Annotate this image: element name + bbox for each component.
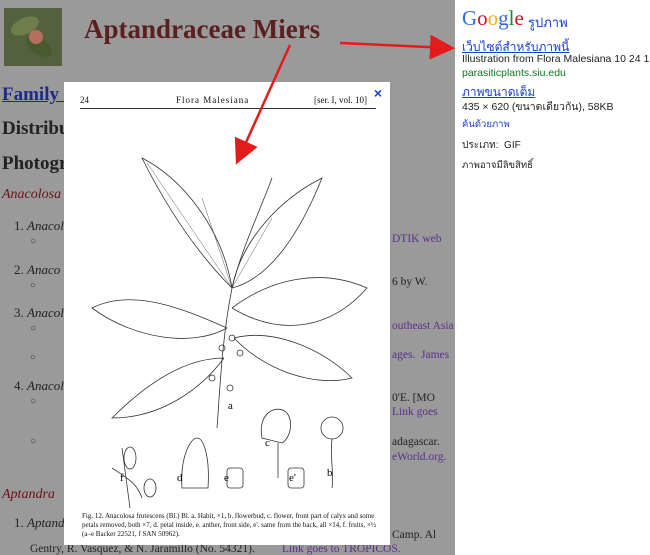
- link-goes[interactable]: Link goes: [392, 406, 438, 418]
- plate-page-number: 24: [80, 95, 89, 105]
- search-by-image-link[interactable]: ค้นด้วยภาพ: [462, 117, 510, 132]
- figure-caption: Fig. 12. Anacolosa frutescens (Bl.) Bl. …: [82, 512, 377, 538]
- genus-heading-aptandra: Aptandra: [2, 487, 55, 502]
- image-size-info: 435 × 620 (ขนาดเดียวกัน), 58KB: [462, 101, 614, 113]
- genus-heading-anacolosa: Anacolosa: [2, 187, 62, 202]
- list-item: 2. Anaco: [14, 262, 61, 277]
- plant-thumbnail[interactable]: [4, 8, 62, 66]
- close-icon[interactable]: ×: [374, 85, 382, 101]
- page-title: Aptandraceae Miers: [84, 14, 321, 44]
- list-item: 1. Aptand: [14, 515, 65, 530]
- text-fragment: Camp. Al: [392, 529, 437, 541]
- bullet-icon: ○: [30, 323, 37, 334]
- figure-label-d: d: [177, 472, 183, 484]
- plate-series: [ser. I, vol. 10]: [314, 95, 367, 105]
- eworld-link[interactable]: eWorld.org.: [392, 451, 446, 463]
- bullet-icon: ○: [30, 436, 37, 447]
- images-label: รูปภาพ: [528, 15, 568, 30]
- web-link[interactable]: DTIK web: [392, 233, 442, 245]
- copyright-notice: ภาพอาจมีลิขสิทธิ์: [462, 160, 533, 171]
- image-type: ประเภท: GIF: [462, 140, 521, 151]
- list-item: 3. Anacol: [14, 305, 64, 320]
- bullet-icon: ○: [30, 236, 37, 247]
- photographs-heading: Photogr: [2, 153, 68, 174]
- figure-label-c: c: [265, 437, 270, 449]
- plate-rule: [80, 108, 376, 109]
- text-fragment: 0'E. [MO: [392, 392, 435, 404]
- image-description: Illustration from Flora Malesiana 10 24 …: [462, 53, 650, 65]
- google-image-panel: Google รูปภาพ เว็บไซต์สำหรับภาพนี้ Illus…: [455, 0, 650, 555]
- image-preview-overlay: × 24 Flora Malesiana [ser. I, vol. 10] a…: [64, 82, 390, 545]
- james-link[interactable]: James: [421, 349, 449, 361]
- text-fragment: adagascar.: [392, 436, 440, 448]
- southeast-asia-link[interactable]: outheast Asia: [392, 320, 454, 332]
- images-link[interactable]: ages.: [392, 349, 415, 361]
- bullet-icon: ○: [30, 396, 37, 407]
- plate-running-head: Flora Malesiana: [176, 95, 250, 105]
- figure-label-b: b: [327, 467, 333, 479]
- figure-label-e-prime: e': [289, 472, 296, 484]
- bullet-icon: ○: [30, 280, 37, 291]
- distribution-heading: Distribu: [2, 118, 70, 139]
- list-item: 4. Anacol: [14, 378, 64, 393]
- figure-label-f: f: [120, 472, 124, 484]
- source-url: parasiticplants.siu.edu: [462, 67, 566, 79]
- figure-label-a: a: [228, 400, 233, 412]
- botanical-illustration: [91, 157, 368, 508]
- figure-label-e: e: [224, 472, 229, 484]
- text-fragment: 6 by W.: [392, 276, 428, 288]
- list-item: 1. Anacol: [14, 218, 64, 233]
- bullet-icon: ○: [30, 352, 37, 363]
- google-logo: Google: [462, 6, 524, 30]
- family-link[interactable]: Family I: [2, 84, 71, 106]
